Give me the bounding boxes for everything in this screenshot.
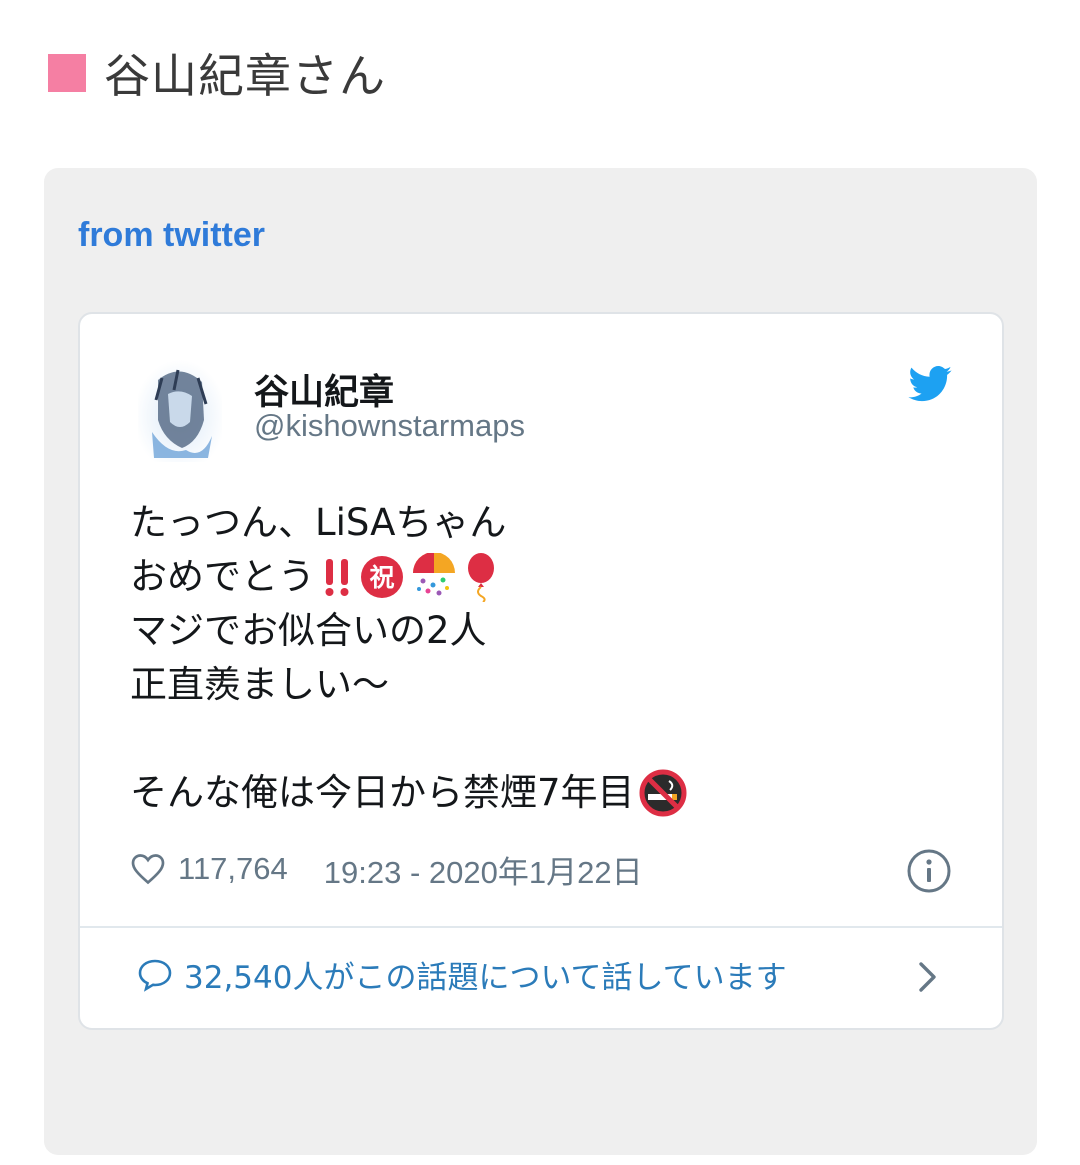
- card-divider: [80, 926, 1002, 928]
- tweet-line-nosmoking: そんな俺は今日から禁煙7年目: [130, 766, 687, 820]
- like-count[interactable]: 117,764: [178, 851, 288, 887]
- svg-text:祝: 祝: [369, 563, 394, 592]
- embed-container: from twitter 谷山紀章 @kishownstarmaps たっつん、…: [44, 168, 1037, 1155]
- tweet-line: たっつん、LiSAちゃん: [130, 501, 507, 544]
- no-smoking-icon: [639, 769, 687, 817]
- tweet-line-text: おめでとう: [130, 555, 315, 598]
- info-icon[interactable]: [906, 848, 952, 894]
- conversation-link[interactable]: 32,540人がこの話題について話しています: [136, 952, 787, 997]
- section-title: 谷山紀章さん: [104, 49, 386, 103]
- congratulations-kanji-icon: 祝: [361, 556, 403, 598]
- tweet-line-text: そんな俺は今日から禁煙7年目: [130, 771, 635, 814]
- balloon-icon: [468, 553, 494, 602]
- pink-square-marker: [48, 54, 86, 92]
- confetti-ball-icon: [413, 553, 455, 596]
- tweet-line: マジでお似合いの2人: [130, 609, 487, 652]
- tweet-text: たっつん、LiSAちゃん おめでとう 祝 マジでお似合いの2人 正直羨ましい〜 …: [130, 496, 687, 820]
- tweet-card[interactable]: 谷山紀章 @kishownstarmaps たっつん、LiSAちゃん おめでとう…: [78, 312, 1004, 1030]
- twitter-bird-icon[interactable]: [908, 366, 952, 402]
- avatar[interactable]: [138, 360, 222, 462]
- tweet-line-celebrate: おめでとう 祝: [130, 550, 687, 604]
- twitter-handle[interactable]: @kishownstarmaps: [254, 408, 525, 444]
- heart-icon[interactable]: [130, 851, 166, 887]
- conversation-text[interactable]: 32,540人がこの話題について話しています: [184, 952, 787, 997]
- tweet-meta: 117,764 19:23 - 2020年1月22日: [130, 844, 643, 894]
- from-twitter-link[interactable]: from twitter: [78, 216, 265, 255]
- tweet-timestamp[interactable]: 19:23 - 2020年1月22日: [324, 847, 643, 892]
- tweet-line-empty: [130, 712, 687, 766]
- section-header: 谷山紀章さん: [48, 40, 386, 106]
- chevron-right-icon[interactable]: [916, 959, 940, 995]
- tweet-line: 正直羨ましい〜: [130, 663, 389, 706]
- speech-bubble-icon: [138, 959, 172, 992]
- double-exclamation-icon: [325, 559, 349, 596]
